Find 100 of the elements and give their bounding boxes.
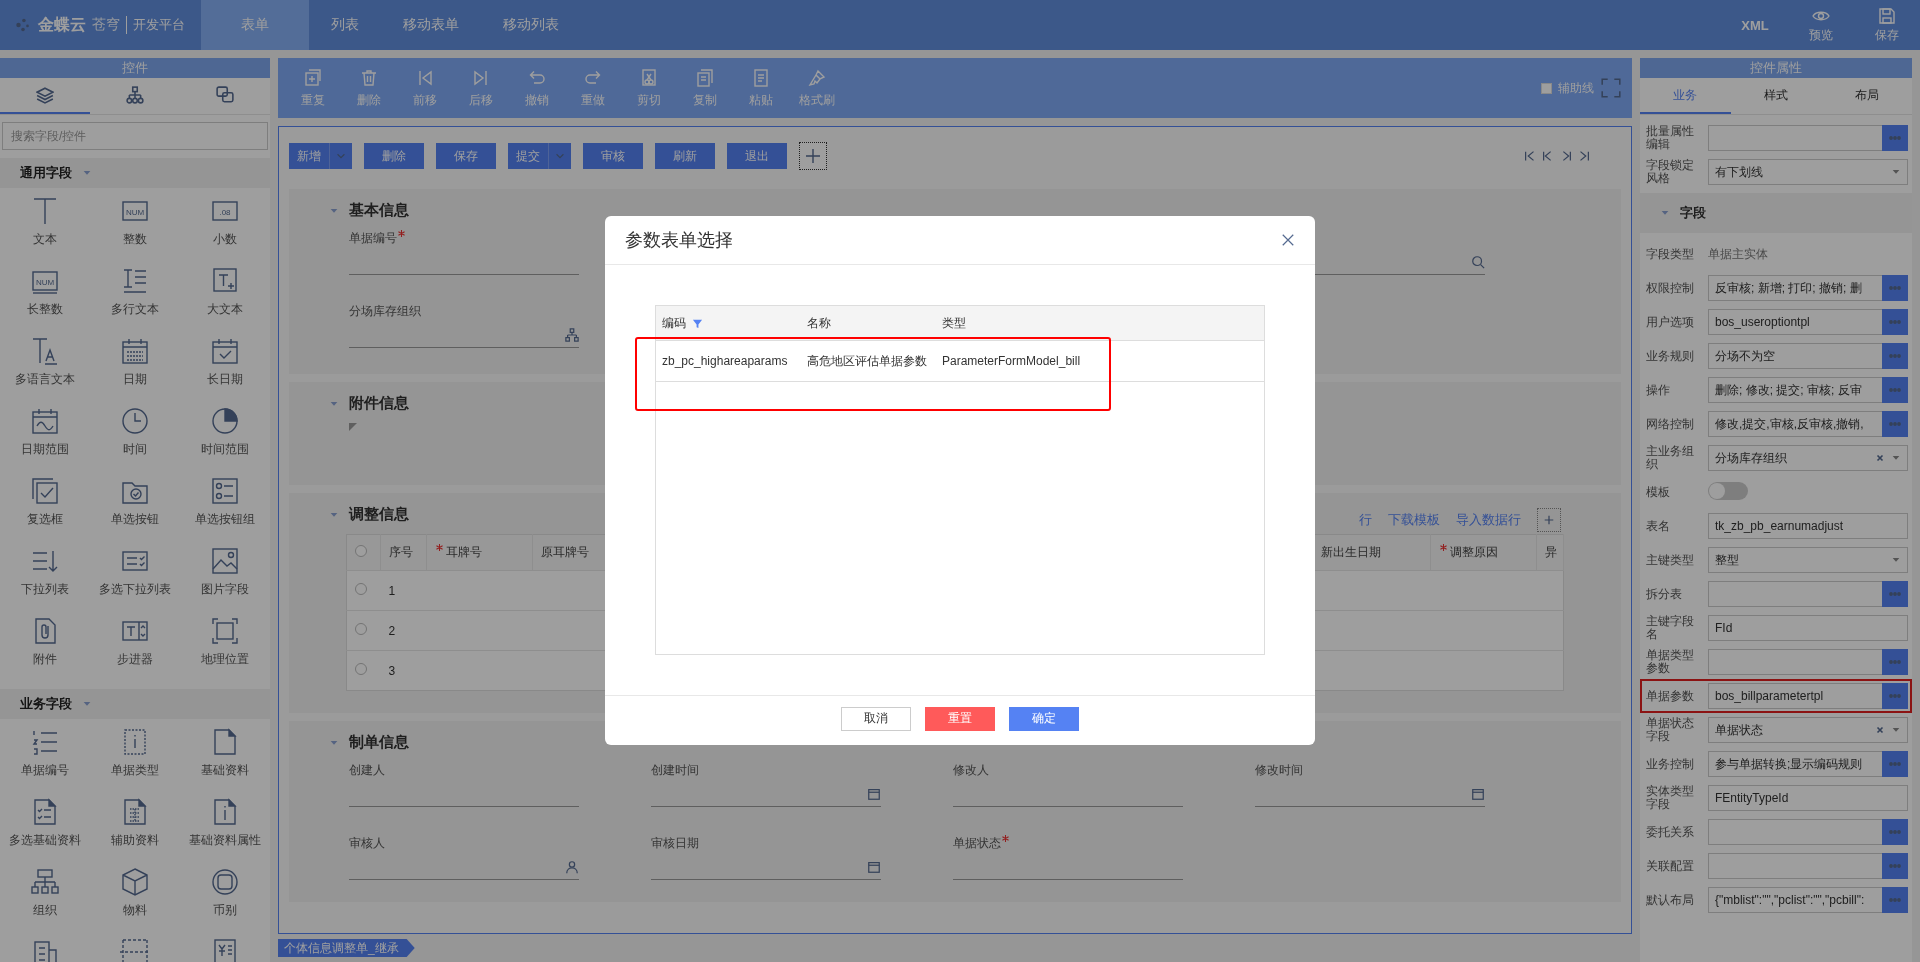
property-field[interactable]: FId — [1708, 615, 1908, 641]
control-item[interactable]: 基础资料属性 — [189, 832, 261, 849]
reset-button[interactable]: 重置 — [925, 706, 995, 731]
row-number: 1 — [388, 583, 396, 598]
control-item[interactable]: 图片字段 — [201, 581, 249, 598]
nav-tab[interactable]: 移动列表 — [481, 0, 581, 50]
property-field[interactable]: bos_billparametertpl — [1708, 683, 1882, 709]
ellipsis-button[interactable] — [1882, 581, 1908, 607]
control-item[interactable]: 单据类型 — [111, 762, 159, 779]
property-field[interactable] — [1708, 649, 1882, 675]
control-item[interactable]: 单选按钮组 — [195, 511, 255, 528]
nav-tab[interactable]: 列表 — [309, 0, 381, 50]
nav-tab[interactable]: 移动表单 — [381, 0, 481, 50]
toggle-switch[interactable] — [1708, 481, 1748, 500]
row-radio[interactable] — [355, 623, 367, 635]
control-item[interactable]: 币别 — [213, 902, 237, 919]
control-item[interactable]: 地理位置 — [201, 651, 249, 668]
control-item[interactable]: 物料 — [123, 902, 147, 919]
toolbar-link[interactable]: 下载模板 — [1388, 510, 1440, 529]
property-field[interactable]: bos_useroptiontpl — [1708, 309, 1882, 335]
control-item[interactable]: 多选基础资料 — [9, 832, 81, 849]
control-item[interactable]: 文本 — [33, 231, 57, 248]
control-item[interactable]: 基础资料 — [201, 762, 249, 779]
property-field[interactable]: 修改,提交,审核,反审核,撤销, — [1708, 411, 1882, 437]
panel-tab[interactable]: 样式 — [1730, 78, 1822, 114]
xml-button[interactable]: XML — [1722, 0, 1788, 50]
cancel-button[interactable]: 取消 — [841, 706, 911, 731]
search-field[interactable]: 搜索字段/控件 — [2, 122, 268, 150]
preview-button[interactable]: 预览 — [1788, 0, 1854, 50]
control-item[interactable]: 日期 — [123, 371, 147, 388]
toolbar-link[interactable]: 行 — [1359, 510, 1372, 529]
control-item[interactable]: 长日期 — [207, 371, 243, 388]
form-button[interactable]: 退出 — [727, 143, 787, 169]
page-tab[interactable]: 个体信息调整单_继承 — [278, 939, 415, 957]
panel-tab[interactable]: 布局 — [1821, 78, 1912, 114]
property-field[interactable]: 参与单据转换;显示编码规则 — [1708, 751, 1882, 777]
control-item[interactable]: 多选下拉列表 — [99, 581, 171, 598]
control-item[interactable]: 时间 — [123, 441, 147, 458]
control-item[interactable]: 附件 — [33, 651, 57, 668]
ellipsis-button[interactable] — [1882, 751, 1908, 777]
row-radio[interactable] — [355, 583, 367, 595]
control-item[interactable]: 时间范围 — [201, 441, 249, 458]
ellipsis-button[interactable] — [1882, 819, 1908, 845]
select-field[interactable]: 分场库存组织 — [1708, 445, 1908, 471]
property-field[interactable]: FEntityTypeId — [1708, 785, 1908, 811]
control-item[interactable]: 整数 — [123, 231, 147, 248]
row-radio[interactable] — [355, 663, 367, 675]
control-item[interactable]: 大文本 — [207, 301, 243, 318]
group-header[interactable]: 业务字段 — [0, 689, 270, 719]
property-field[interactable]: 分场不为空 — [1708, 343, 1882, 369]
ellipsis-button[interactable] — [1882, 377, 1908, 403]
property-group-header[interactable]: 字段 — [1640, 193, 1912, 233]
control-item[interactable]: 下拉列表 — [21, 581, 69, 598]
checkbox-label: 辅助线 — [1558, 79, 1594, 97]
control-item[interactable]: 多语言文本 — [15, 371, 75, 388]
select-field[interactable]: 单据状态 — [1708, 717, 1908, 743]
ellipsis-button[interactable] — [1882, 411, 1908, 437]
group-header[interactable]: 通用字段 — [0, 158, 270, 188]
control-item[interactable]: 复选框 — [27, 511, 63, 528]
close-button[interactable] — [1281, 233, 1295, 248]
property-field[interactable] — [1708, 853, 1882, 879]
form-button[interactable]: 删除 — [364, 143, 424, 169]
property-field[interactable]: 删除; 修改; 提交; 审核; 反审 — [1708, 377, 1882, 403]
ellipsis-button[interactable] — [1882, 125, 1908, 151]
save-button[interactable]: 保存 — [1854, 0, 1920, 50]
ellipsis-button[interactable] — [1882, 649, 1908, 675]
ellipsis-button[interactable] — [1882, 683, 1908, 709]
ellipsis-button[interactable] — [1882, 887, 1908, 913]
form-button[interactable]: 刷新 — [655, 143, 715, 169]
control-item[interactable]: 步进器 — [117, 651, 153, 668]
control-item[interactable]: 单据编号 — [21, 762, 69, 779]
control-item[interactable]: 长整数 — [27, 301, 63, 318]
toolbar-link[interactable]: 导入数据行 — [1456, 510, 1521, 529]
property-field[interactable]: {"mblist":"","pclist":"","pcbill": — [1708, 887, 1882, 913]
control-item[interactable]: 小数 — [213, 231, 237, 248]
property-field[interactable]: 反审核; 新增; 打印; 撤销; 删 — [1708, 275, 1882, 301]
control-item[interactable]: 组织 — [33, 902, 57, 919]
split-button[interactable]: 提交 — [508, 143, 571, 169]
ellipsis-button[interactable] — [1882, 309, 1908, 335]
control-item[interactable]: 多行文本 — [111, 301, 159, 318]
property-field[interactable] — [1708, 581, 1882, 607]
control-item[interactable]: 日期范围 — [21, 441, 69, 458]
property-field[interactable]: tk_zb_pb_earnumadjust — [1708, 513, 1908, 539]
split-button[interactable]: 新增 — [289, 143, 352, 169]
confirm-button[interactable]: 确定 — [1009, 706, 1079, 731]
property-field[interactable] — [1708, 125, 1882, 151]
form-button[interactable]: 保存 — [436, 143, 496, 169]
form-button[interactable]: 审核 — [583, 143, 643, 169]
add-button[interactable] — [799, 142, 827, 170]
property-field[interactable] — [1708, 819, 1882, 845]
ellipsis-button[interactable] — [1882, 275, 1908, 301]
panel-tab[interactable]: 业务 — [1640, 78, 1731, 114]
select-field[interactable]: 有下划线 — [1708, 159, 1908, 185]
select-all-radio[interactable] — [355, 545, 367, 557]
ellipsis-button[interactable] — [1882, 853, 1908, 879]
ellipsis-button[interactable] — [1882, 343, 1908, 369]
control-item[interactable]: 辅助资料 — [111, 832, 159, 849]
control-item[interactable]: 单选按钮 — [111, 511, 159, 528]
select-field[interactable]: 整型 — [1708, 547, 1908, 573]
checkbox[interactable] — [1541, 82, 1552, 94]
